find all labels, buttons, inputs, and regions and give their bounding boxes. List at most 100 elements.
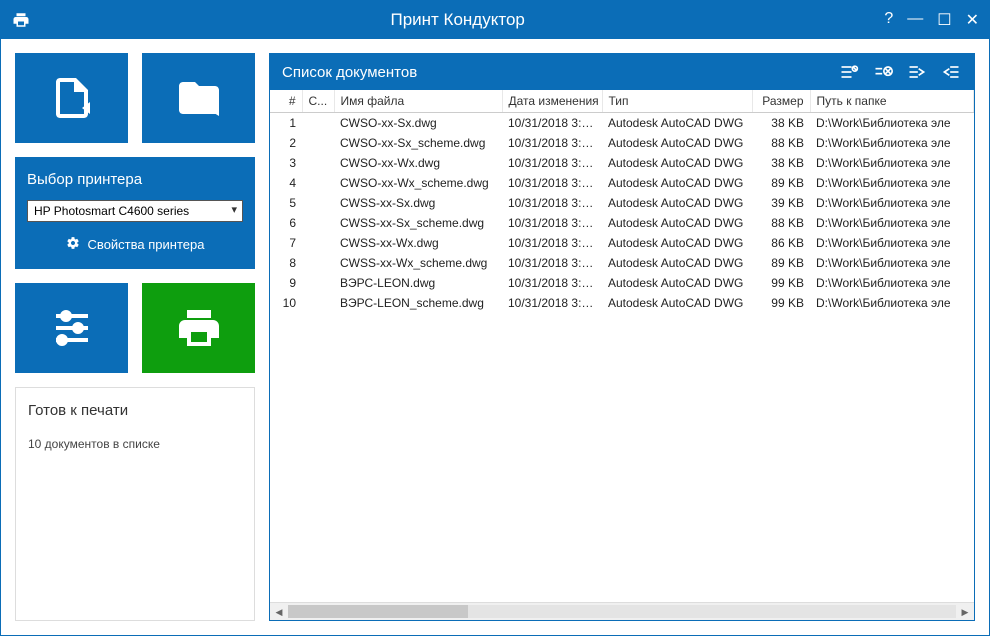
cell-filename: CWSO-xx-Sx.dwg	[334, 113, 502, 134]
status-panel: Готов к печати 10 документов в списке	[15, 387, 255, 621]
cell-status	[302, 133, 334, 153]
cell-path: D:\Work\Библиотека эле	[810, 213, 974, 233]
cell-modified: 10/31/2018 3:5...	[502, 193, 602, 213]
col-path[interactable]: Путь к папке	[810, 90, 974, 113]
table-row[interactable]: 4CWSO-xx-Wx_scheme.dwg10/31/2018 3:5...A…	[270, 173, 974, 193]
cell-type: Autodesk AutoCAD DWG	[602, 233, 752, 253]
scroll-left-arrow[interactable]: ◀	[270, 603, 288, 621]
cell-filename: CWSS-xx-Sx_scheme.dwg	[334, 213, 502, 233]
remove-item-icon[interactable]	[872, 61, 894, 83]
cell-path: D:\Work\Библиотека эле	[810, 153, 974, 173]
cell-status	[302, 213, 334, 233]
cell-size: 89 KB	[752, 253, 810, 273]
filter-list-icon[interactable]	[838, 61, 860, 83]
cell-status	[302, 233, 334, 253]
horizontal-scrollbar[interactable]: ◀ ▶	[270, 602, 974, 620]
cell-num: 4	[270, 173, 302, 193]
cell-path: D:\Work\Библиотека эле	[810, 233, 974, 253]
printer-properties-label: Свойства принтера	[88, 237, 205, 252]
printer-properties-link[interactable]: Свойства принтера	[27, 232, 243, 257]
cell-num: 1	[270, 113, 302, 134]
cell-size: 88 KB	[752, 133, 810, 153]
col-num[interactable]: #	[270, 90, 302, 113]
cell-size: 38 KB	[752, 113, 810, 134]
cell-modified: 10/31/2018 3:5...	[502, 173, 602, 193]
table-row[interactable]: 10ВЭРС-LEON_scheme.dwg10/31/2018 3:5...A…	[270, 293, 974, 313]
col-status[interactable]: С...	[302, 90, 334, 113]
cell-path: D:\Work\Библиотека эле	[810, 273, 974, 293]
printer-select[interactable]: HP Photosmart C4600 series	[27, 200, 243, 222]
cell-status	[302, 113, 334, 134]
col-filename[interactable]: Имя файла	[334, 90, 502, 113]
settings-tile[interactable]	[15, 283, 128, 373]
cell-filename: CWSS-xx-Wx.dwg	[334, 233, 502, 253]
cell-status	[302, 153, 334, 173]
move-right-icon[interactable]	[906, 61, 928, 83]
titlebar: Принт Кондуктор ? — ☐ ✕	[1, 1, 989, 39]
cell-path: D:\Work\Библиотека эле	[810, 173, 974, 193]
cell-num: 9	[270, 273, 302, 293]
cell-filename: CWSO-xx-Wx.dwg	[334, 153, 502, 173]
cell-num: 3	[270, 153, 302, 173]
move-left-icon[interactable]	[940, 61, 962, 83]
cell-modified: 10/31/2018 3:5...	[502, 293, 602, 313]
help-button[interactable]: ?	[884, 10, 893, 30]
document-list-panel: Список документов	[269, 53, 975, 621]
cell-status	[302, 273, 334, 293]
cell-modified: 10/31/2018 3:5...	[502, 253, 602, 273]
cell-num: 10	[270, 293, 302, 313]
printer-icon	[11, 10, 31, 30]
add-folder-tile[interactable]	[142, 53, 255, 143]
cell-type: Autodesk AutoCAD DWG	[602, 113, 752, 134]
cell-num: 8	[270, 253, 302, 273]
col-size[interactable]: Размер	[752, 90, 810, 113]
gear-icon	[66, 236, 80, 253]
cell-modified: 10/31/2018 3:5...	[502, 153, 602, 173]
table-row[interactable]: 3 CWSO-xx-Wx.dwg10/31/2018 3:5...Autodesk…	[270, 153, 974, 173]
table-row[interactable]: 1 CWSO-xx-Sx.dwg10/31/2018 3:5...Autodesk…	[270, 113, 974, 134]
printer-panel: Выбор принтера HP Photosmart C4600 serie…	[15, 157, 255, 269]
cell-filename: CWSS-xx-Wx_scheme.dwg	[334, 253, 502, 273]
cell-modified: 10/31/2018 3:5...	[502, 113, 602, 134]
cell-num: 2	[270, 133, 302, 153]
cell-type: Autodesk AutoCAD DWG	[602, 253, 752, 273]
cell-modified: 10/31/2018 3:5...	[502, 133, 602, 153]
cell-type: Autodesk AutoCAD DWG	[602, 153, 752, 173]
cell-size: 99 KB	[752, 293, 810, 313]
table-row[interactable]: 7CWSS-xx-Wx.dwg10/31/2018 3:5...Autodesk…	[270, 233, 974, 253]
table-row[interactable]: 5CWSS-xx-Sx.dwg10/31/2018 3:5...Autodesk…	[270, 193, 974, 213]
cell-path: D:\Work\Библиотека эле	[810, 113, 974, 134]
minimize-button[interactable]: —	[907, 10, 923, 30]
scroll-right-arrow[interactable]: ▶	[956, 603, 974, 621]
maximize-button[interactable]: ☐	[937, 10, 951, 30]
cell-status	[302, 173, 334, 193]
table-row[interactable]: 6CWSS-xx-Sx_scheme.dwg10/31/2018 3:5...A…	[270, 213, 974, 233]
table-row[interactable]: 8 CWSS-xx-Wx_scheme.dwg10/31/2018 3:5...A…	[270, 253, 974, 273]
status-title: Готов к печати	[28, 402, 242, 419]
document-list-title: Список документов	[282, 64, 838, 81]
table-row[interactable]: 2CWSO-xx-Sx_scheme.dwg10/31/2018 3:5...A…	[270, 133, 974, 153]
cell-size: 88 KB	[752, 213, 810, 233]
col-modified[interactable]: Дата изменения	[502, 90, 602, 113]
cell-type: Autodesk AutoCAD DWG	[602, 133, 752, 153]
cell-size: 99 KB	[752, 273, 810, 293]
cell-num: 5	[270, 193, 302, 213]
print-tile[interactable]	[142, 283, 255, 373]
cell-size: 38 KB	[752, 153, 810, 173]
col-type[interactable]: Тип	[602, 90, 752, 113]
cell-path: D:\Work\Библиотека эле	[810, 193, 974, 213]
cell-type: Autodesk AutoCAD DWG	[602, 173, 752, 193]
cell-size: 89 KB	[752, 173, 810, 193]
table-row[interactable]: 9ВЭРС-LEON.dwg10/31/2018 3:5...Autodesk …	[270, 273, 974, 293]
add-files-tile[interactable]	[15, 53, 128, 143]
cell-type: Autodesk AutoCAD DWG	[602, 273, 752, 293]
cell-type: Autodesk AutoCAD DWG	[602, 293, 752, 313]
table-header-row: # С... Имя файла Дата изменения Тип Разм…	[270, 90, 974, 113]
scroll-thumb[interactable]	[288, 605, 468, 618]
cell-status	[302, 293, 334, 313]
cell-modified: 10/31/2018 3:5...	[502, 213, 602, 233]
cell-status	[302, 193, 334, 213]
cell-filename: ВЭРС-LEON.dwg	[334, 273, 502, 293]
printer-panel-title: Выбор принтера	[27, 171, 243, 188]
close-button[interactable]: ✕	[966, 10, 979, 30]
